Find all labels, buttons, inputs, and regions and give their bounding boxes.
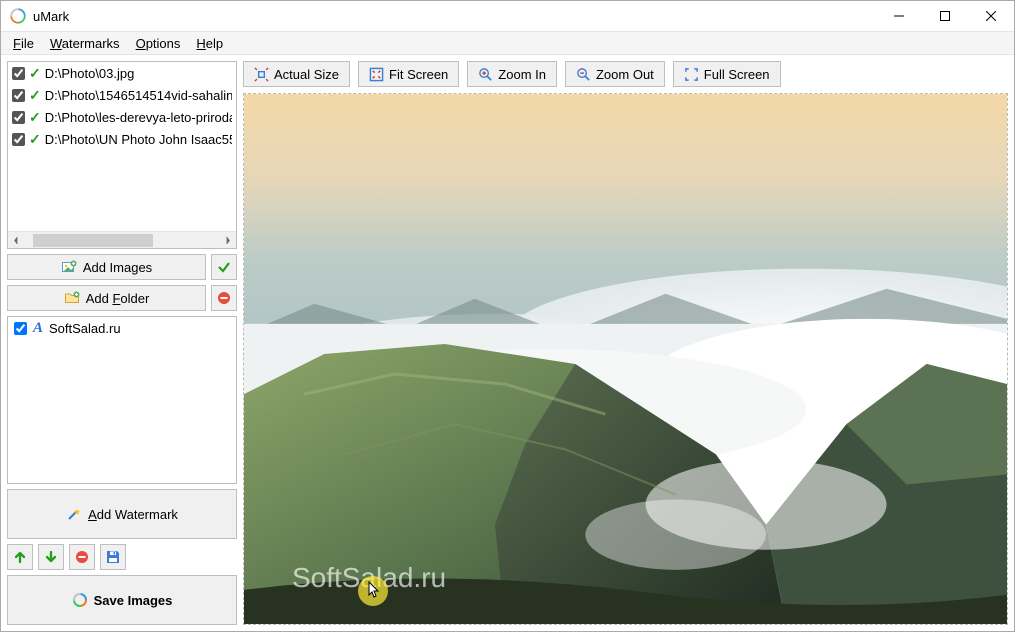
add-folder-button[interactable]: Add Folder <box>7 285 206 311</box>
file-path: D:\Photo\03.jpg <box>45 66 135 81</box>
preview-image <box>244 94 1007 624</box>
app-title: uMark <box>33 9 69 24</box>
full-screen-icon <box>684 67 699 82</box>
fit-screen-button[interactable]: Fit Screen <box>358 61 459 87</box>
file-row[interactable]: ✓ D:\Photo\1546514514vid-sahalina <box>8 84 236 106</box>
file-row[interactable]: ✓ D:\Photo\UN Photo John Isaac557 <box>8 128 236 150</box>
right-panel: Actual Size Fit Screen Zoom In Zoom Out … <box>243 61 1008 625</box>
zoom-out-button[interactable]: Zoom Out <box>565 61 665 87</box>
file-list-scrollbar[interactable] <box>8 231 236 248</box>
main-window: uMark File Watermarks Options Help ✓ D:\… <box>0 0 1015 632</box>
title-bar: uMark <box>1 1 1014 31</box>
floppy-icon <box>105 549 121 565</box>
file-checkbox[interactable] <box>12 133 25 146</box>
status-ok-icon: ✓ <box>29 66 41 80</box>
file-checkbox[interactable] <box>12 111 25 124</box>
file-path: D:\Photo\1546514514vid-sahalina <box>45 88 232 103</box>
menu-watermarks[interactable]: Watermarks <box>42 34 128 53</box>
save-images-button[interactable]: Save Images <box>7 575 237 625</box>
watermark-list[interactable]: A SoftSalad.ru <box>7 316 237 484</box>
menu-options[interactable]: Options <box>128 34 189 53</box>
remove-icon <box>74 549 90 565</box>
move-up-button[interactable] <box>7 544 33 570</box>
status-ok-icon: ✓ <box>29 110 41 124</box>
file-checkbox[interactable] <box>12 89 25 102</box>
file-list[interactable]: ✓ D:\Photo\03.jpg ✓ D:\Photo\1546514514v… <box>7 61 237 249</box>
check-all-button[interactable] <box>211 254 237 280</box>
scroll-thumb[interactable] <box>33 234 153 247</box>
file-path: D:\Photo\les-derevya-leto-priroda <box>45 110 232 125</box>
text-watermark-icon: A <box>33 320 43 337</box>
save-process-icon <box>72 592 88 608</box>
scroll-right-icon[interactable] <box>219 232 236 248</box>
actual-size-button[interactable]: Actual Size <box>243 61 350 87</box>
watermark-name: SoftSalad.ru <box>49 321 121 336</box>
remove-icon <box>216 290 232 306</box>
watermark-row[interactable]: A SoftSalad.ru <box>8 317 236 340</box>
close-button[interactable] <box>968 1 1014 31</box>
menu-file[interactable]: File <box>5 34 42 53</box>
status-ok-icon: ✓ <box>29 132 41 146</box>
add-watermark-button[interactable]: Add Watermark <box>7 489 237 539</box>
watermark-checkbox[interactable] <box>14 322 27 335</box>
save-watermark-button[interactable] <box>100 544 126 570</box>
menu-help[interactable]: Help <box>188 34 231 53</box>
content-area: ✓ D:\Photo\03.jpg ✓ D:\Photo\1546514514v… <box>1 55 1014 631</box>
file-row[interactable]: ✓ D:\Photo\les-derevya-leto-priroda <box>8 106 236 128</box>
file-row[interactable]: ✓ D:\Photo\03.jpg <box>8 62 236 84</box>
scroll-track[interactable] <box>25 232 219 248</box>
wand-icon <box>66 506 82 522</box>
maximize-button[interactable] <box>922 1 968 31</box>
zoom-out-icon <box>576 67 591 82</box>
minimize-button[interactable] <box>876 1 922 31</box>
left-panel: ✓ D:\Photo\03.jpg ✓ D:\Photo\1546514514v… <box>7 61 237 625</box>
app-icon <box>9 7 27 25</box>
remove-watermark-button[interactable] <box>69 544 95 570</box>
remove-file-button[interactable] <box>211 285 237 311</box>
zoom-in-icon <box>478 67 493 82</box>
fit-screen-icon <box>369 67 384 82</box>
preview-toolbar: Actual Size Fit Screen Zoom In Zoom Out … <box>243 61 1008 87</box>
image-preview[interactable]: SoftSalad.ru <box>243 93 1008 625</box>
arrow-down-icon <box>43 549 59 565</box>
menu-bar: File Watermarks Options Help <box>1 31 1014 55</box>
actual-size-icon <box>254 67 269 82</box>
status-ok-icon: ✓ <box>29 88 41 102</box>
check-icon <box>216 259 232 275</box>
cursor-icon <box>365 581 381 601</box>
zoom-in-button[interactable]: Zoom In <box>467 61 557 87</box>
arrow-up-icon <box>12 549 28 565</box>
move-down-button[interactable] <box>38 544 64 570</box>
add-images-button[interactable]: Add Images <box>7 254 206 280</box>
full-screen-button[interactable]: Full Screen <box>673 61 781 87</box>
add-folder-icon <box>64 290 80 306</box>
cursor-indicator <box>358 576 388 606</box>
file-checkbox[interactable] <box>12 67 25 80</box>
scroll-left-icon[interactable] <box>8 232 25 248</box>
add-images-icon <box>61 259 77 275</box>
file-path: D:\Photo\UN Photo John Isaac557 <box>45 132 232 147</box>
